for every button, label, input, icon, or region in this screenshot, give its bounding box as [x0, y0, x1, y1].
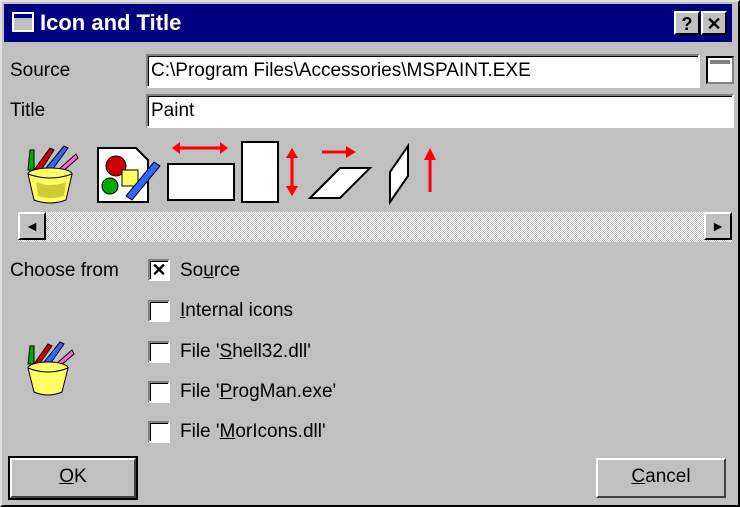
- shell32-option-label[interactable]: File 'Shell32.dll': [180, 341, 311, 363]
- source-option-label[interactable]: Source: [180, 260, 240, 282]
- internal-icons-option-label[interactable]: Internal icons: [180, 300, 293, 322]
- close-button[interactable]: ✕: [701, 11, 727, 35]
- progman-option-label[interactable]: File 'ProgMan.exe': [180, 381, 336, 403]
- browse-button[interactable]: [706, 56, 734, 84]
- shell32-checkbox[interactable]: [148, 341, 170, 363]
- help-button[interactable]: ?: [674, 11, 700, 35]
- slanted-panel-icon[interactable]: [384, 138, 440, 206]
- paint-bucket-icon[interactable]: [14, 140, 86, 206]
- ok-button[interactable]: OK: [8, 456, 138, 500]
- source-checkbox[interactable]: ✕: [148, 259, 170, 281]
- parallelogram-icon[interactable]: [306, 138, 374, 204]
- icon-scrollbar[interactable]: ◄ ►: [18, 212, 732, 242]
- title-bar[interactable]: Icon and Title ? ✕: [4, 4, 732, 42]
- rectangle-wide-icon[interactable]: [164, 138, 238, 204]
- rectangle-tall-icon[interactable]: [238, 138, 304, 206]
- internal-icons-checkbox[interactable]: [148, 300, 170, 322]
- source-label: Source: [10, 60, 71, 81]
- title-label: Title: [10, 100, 46, 121]
- scroll-left-button[interactable]: ◄: [18, 212, 46, 240]
- window-title: Icon and Title: [40, 10, 182, 35]
- progman-checkbox[interactable]: [148, 381, 170, 403]
- source-input[interactable]: C:\Program Files\Accessories\MSPAINT.EXE: [146, 54, 700, 88]
- choose-from-label: Choose from: [10, 260, 119, 281]
- title-input[interactable]: Paint: [146, 94, 734, 128]
- moricons-option-label[interactable]: File 'MorIcons.dll': [180, 421, 326, 443]
- scroll-right-button[interactable]: ►: [704, 212, 732, 240]
- cancel-button[interactable]: Cancel: [596, 458, 726, 498]
- window-icon: [12, 12, 34, 32]
- moricons-checkbox[interactable]: [148, 421, 170, 443]
- selected-icon-preview: [27, 341, 75, 396]
- paint-document-icon[interactable]: [92, 140, 162, 206]
